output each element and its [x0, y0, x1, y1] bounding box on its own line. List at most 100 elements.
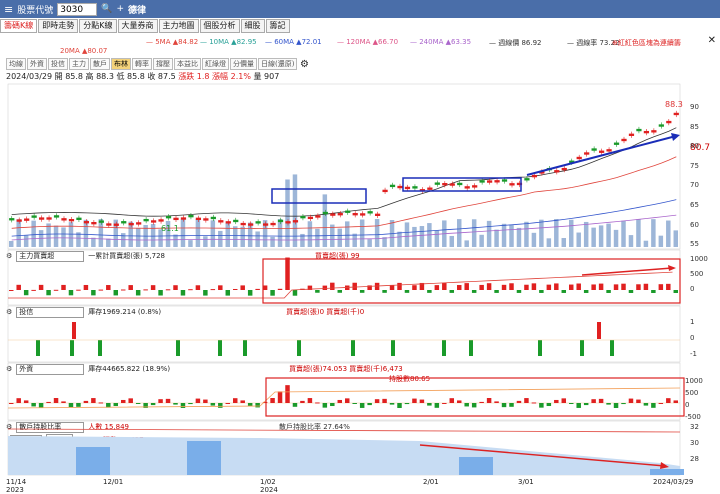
- volume-bar: [531, 232, 537, 247]
- volume-bar: [479, 234, 484, 247]
- candle-body: [651, 130, 657, 133]
- foreign-bar: [188, 403, 193, 405]
- volume-bar: [106, 238, 111, 247]
- main-force-bar: [53, 289, 59, 291]
- candle-body: [494, 180, 500, 183]
- main-force-bar: [188, 289, 193, 291]
- main-force-bar: [539, 290, 544, 293]
- candle-body: [434, 182, 440, 185]
- date-tick-label: 3/01: [518, 478, 534, 486]
- volume-bar: [31, 220, 36, 247]
- candle-body: [233, 219, 239, 223]
- volume-bar: [337, 228, 343, 247]
- foreign-tick-label: 0: [685, 401, 690, 409]
- foreign-tick-label: 1000: [685, 377, 703, 385]
- volume-bar: [434, 230, 440, 247]
- foreign-bar: [382, 398, 387, 403]
- panel-frame: [7, 249, 681, 306]
- main-force-bar: [292, 290, 298, 296]
- candle-body: [449, 183, 455, 186]
- main-force-bar: [427, 290, 432, 293]
- volume-bar: [643, 240, 649, 247]
- foreign-bar: [180, 403, 186, 408]
- candle-body: [330, 213, 336, 216]
- trust-bar: [391, 340, 395, 356]
- main-force-bar: [240, 285, 245, 290]
- foreign-bar: [352, 403, 357, 404]
- volume-bar: [397, 231, 402, 247]
- volume-bar: [606, 223, 611, 247]
- volume-bar: [666, 220, 671, 247]
- main-force-bar: [501, 284, 507, 290]
- foreign-bar: [150, 403, 156, 406]
- volume-bar: [46, 223, 51, 247]
- main-force-bar: [673, 290, 679, 293]
- price-tick-label: 90: [690, 103, 699, 111]
- candle-body: [374, 213, 381, 216]
- highlight-box: [262, 258, 681, 304]
- main-force-bar: [666, 283, 671, 290]
- candle-body: [136, 222, 142, 225]
- foreign-bar: [501, 403, 507, 408]
- candle-body: [367, 211, 373, 214]
- holder-highlight-bar: [76, 447, 110, 475]
- foreign-bar: [464, 403, 469, 407]
- volume-bar: [359, 219, 365, 247]
- foreign-bar: [121, 399, 126, 403]
- candle-body: [628, 133, 635, 136]
- main-force-bar: [576, 283, 581, 290]
- volume-bar: [135, 228, 141, 247]
- candle-body: [300, 215, 306, 219]
- candle-body: [486, 180, 493, 183]
- foreign-bar: [442, 402, 447, 404]
- main-force-bar: [121, 289, 126, 291]
- main-force-bar: [658, 284, 664, 290]
- main-force-bar: [315, 290, 320, 293]
- volume-bar: [277, 219, 283, 247]
- candle-body: [591, 148, 597, 151]
- foreign-bar: [277, 391, 283, 403]
- main-force-bar: [434, 285, 440, 290]
- trust-bar: [580, 340, 584, 356]
- volume-bar: [561, 238, 567, 247]
- main-force-bar: [143, 289, 148, 291]
- candle-body: [524, 178, 530, 181]
- foreign-bar: [367, 403, 372, 406]
- volume-bar: [546, 238, 552, 247]
- foreign-bar: [457, 400, 462, 403]
- volume-bar: [23, 235, 29, 247]
- foreign-bar: [636, 399, 641, 403]
- candle-body: [218, 220, 224, 223]
- main-force-bar: [106, 285, 111, 290]
- volume-bar: [307, 221, 313, 247]
- foreign-bar: [218, 403, 223, 408]
- volume-bar: [247, 222, 253, 247]
- volume-bar: [673, 230, 679, 247]
- main-force-bar: [76, 289, 81, 291]
- foreign-bar: [546, 403, 552, 407]
- main-tick-label: 0: [690, 285, 695, 293]
- main-force-bar: [158, 290, 163, 296]
- main-force-bar: [46, 290, 51, 296]
- foreign-bar: [195, 398, 201, 403]
- candle-body: [150, 220, 157, 223]
- candle-body: [61, 218, 67, 221]
- candle-body: [404, 186, 411, 190]
- candle-body: [180, 217, 187, 220]
- candle-body: [270, 222, 276, 226]
- volume-bar: [613, 229, 619, 247]
- foreign-bar: [46, 401, 51, 403]
- holder-highlight-bar: [187, 441, 221, 475]
- candle-body: [277, 219, 284, 223]
- foreign-bar: [494, 401, 499, 403]
- volume-bar: [449, 235, 455, 247]
- candle-body: [31, 215, 37, 218]
- foreign-bar: [591, 399, 596, 403]
- candle-body: [46, 217, 52, 220]
- foreign-bar: [576, 403, 581, 408]
- main-force-bar: [404, 290, 410, 293]
- volume-bar: [225, 222, 231, 247]
- foreign-bar: [359, 403, 365, 408]
- main-force-bar: [524, 284, 529, 290]
- main-force-bar: [61, 284, 66, 290]
